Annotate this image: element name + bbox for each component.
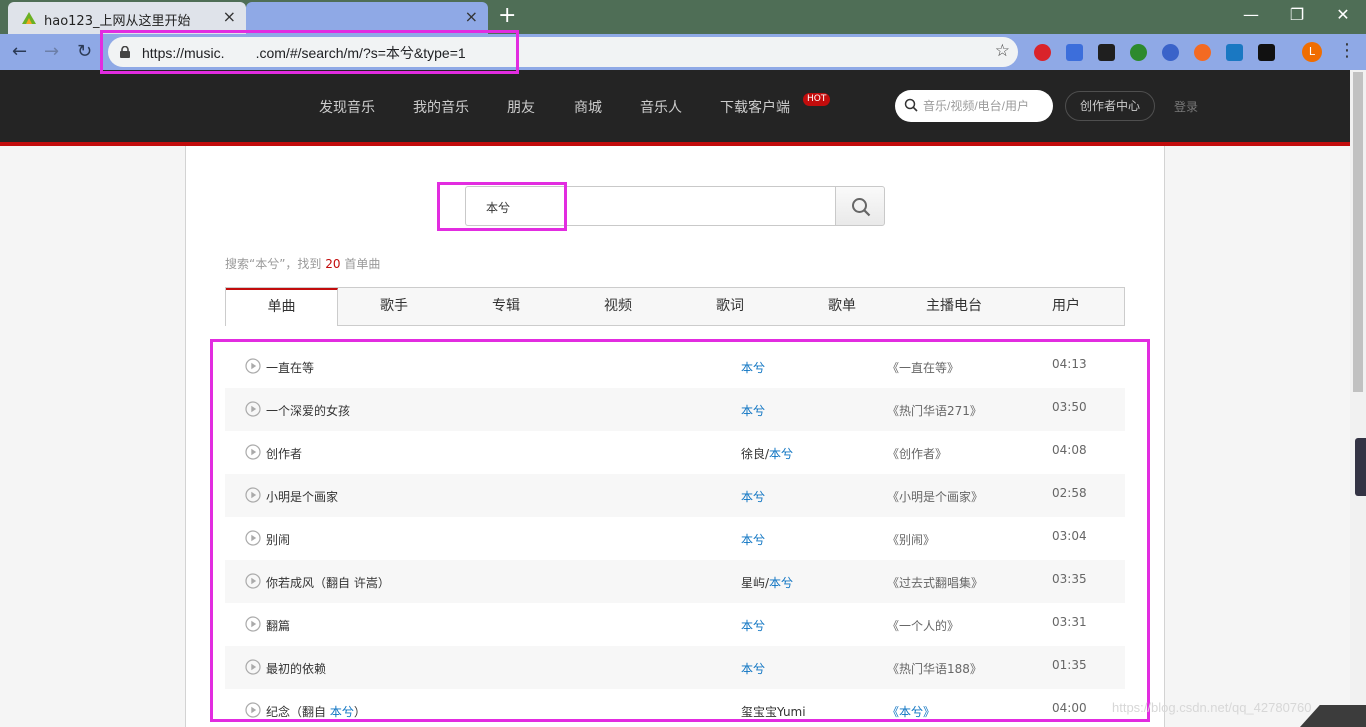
tab-users[interactable]: 用户	[1010, 288, 1122, 325]
summary-prefix: 搜索“本兮”，找到	[225, 257, 326, 271]
nav-store[interactable]: 商城	[574, 97, 602, 117]
annotation-box-song-list	[210, 339, 1150, 722]
tab-close-icon[interactable]: ×	[465, 8, 478, 26]
site-search-box[interactable]	[895, 90, 1053, 122]
adblock-extension-icon[interactable]	[1034, 44, 1051, 61]
extension-icon[interactable]	[1194, 44, 1211, 61]
site-search-input[interactable]	[923, 97, 1043, 115]
scrollbar-thumb[interactable]	[1353, 72, 1363, 392]
bookmark-star-icon[interactable]: ☆	[995, 41, 1010, 61]
profile-avatar[interactable]: L	[1302, 42, 1322, 62]
tab-close-icon[interactable]: ×	[223, 8, 236, 26]
extension-icon[interactable]	[1226, 44, 1243, 61]
tab-title: hao123_上网从这里开始	[44, 14, 191, 29]
maximize-icon[interactable]: ❐	[1274, 0, 1320, 30]
annotation-box-url	[100, 30, 519, 74]
jetbrains-extension-icon[interactable]	[1258, 44, 1275, 61]
tab-songs[interactable]: 单曲	[226, 288, 338, 326]
site-header: 发现音乐 我的音乐 朋友 商城 音乐人 下载客户端 HOT 创作者中心 登录	[0, 70, 1366, 142]
creator-center-button[interactable]: 创作者中心	[1065, 91, 1155, 121]
tab-radio[interactable]: 主播电台	[898, 288, 1010, 325]
forward-icon[interactable]: →	[44, 41, 59, 63]
tab-lyrics[interactable]: 歌词	[674, 288, 786, 325]
new-tab-button[interactable]: +	[498, 4, 516, 28]
tab-artists[interactable]: 歌手	[338, 288, 450, 325]
tab-playlists[interactable]: 歌单	[786, 288, 898, 325]
summary-suffix: 首单曲	[340, 257, 381, 271]
nav-friends[interactable]: 朋友	[507, 97, 535, 117]
minimize-icon[interactable]: —	[1228, 0, 1274, 30]
hao123-favicon-icon	[22, 12, 36, 24]
nav-musicians[interactable]: 音乐人	[640, 97, 682, 117]
login-link[interactable]: 登录	[1174, 98, 1198, 115]
watermark: https://blog.csdn.net/qq_42780760	[1112, 700, 1312, 715]
back-icon[interactable]: ←	[12, 41, 27, 63]
hot-badge: HOT	[803, 93, 831, 106]
search-result-tabs: 单曲 歌手 专辑 视频 歌词 歌单 主播电台 用户	[225, 287, 1125, 326]
search-icon	[904, 98, 918, 112]
tab-videos[interactable]: 视频	[562, 288, 674, 325]
extension-icon[interactable]	[1130, 44, 1147, 61]
tab-albums[interactable]: 专辑	[450, 288, 562, 325]
result-count: 20	[325, 257, 341, 271]
nav-download-client[interactable]: 下载客户端	[720, 97, 790, 117]
extension-icon[interactable]	[1162, 44, 1179, 61]
translate-extension-icon[interactable]	[1066, 44, 1083, 61]
result-summary: 搜索“本兮”，找到 20 首单曲	[225, 255, 380, 272]
annotation-box-search	[437, 182, 567, 231]
side-widget	[1355, 438, 1366, 496]
search-icon	[852, 198, 871, 217]
reload-icon[interactable]: ↻	[77, 41, 92, 63]
page-scrollbar[interactable]	[1350, 70, 1366, 727]
browser-menu-icon[interactable]: ⋮	[1338, 40, 1356, 62]
nav-my-music[interactable]: 我的音乐	[413, 97, 469, 117]
nav-discover-music[interactable]: 发现音乐	[319, 97, 375, 117]
browser-tab-strip: hao123_上网从这里开始 × × + — ❐ ✕	[0, 0, 1366, 34]
extension-icon[interactable]	[1098, 44, 1115, 61]
close-window-icon[interactable]: ✕	[1320, 0, 1366, 30]
main-search-button[interactable]	[835, 186, 885, 226]
